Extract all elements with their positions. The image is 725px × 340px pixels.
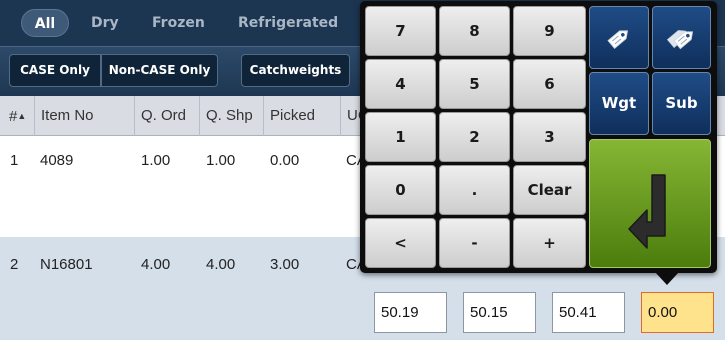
multiple-tags-icon <box>666 30 693 50</box>
quantity-picked: 3.00 <box>270 256 300 273</box>
item-number: N16801 <box>40 256 93 273</box>
key-3[interactable]: 3 <box>513 112 586 162</box>
quantity-picked: 0.00 <box>270 152 300 169</box>
catchweight-field-1[interactable]: 50.19 <box>374 292 447 333</box>
column-header-q-ord[interactable]: Q. Ord <box>135 96 200 136</box>
enter-button[interactable] <box>589 139 711 268</box>
key-5[interactable]: 5 <box>439 59 510 109</box>
key-1[interactable]: 1 <box>365 112 436 162</box>
key-8[interactable]: 8 <box>439 6 510 56</box>
quantity-ordered: 1.00 <box>141 152 171 169</box>
weight-button[interactable]: Wgt <box>589 72 649 135</box>
row-number: 1 <box>10 152 19 169</box>
row-number: 2 <box>10 256 19 273</box>
column-header-q-shp[interactable]: Q. Shp <box>200 96 264 136</box>
item-number: 4089 <box>40 152 74 169</box>
catchweight-field-2[interactable]: 50.15 <box>463 292 536 333</box>
key-2[interactable]: 2 <box>439 112 510 162</box>
catchweights-button[interactable]: Catchweights <box>241 54 350 87</box>
multiple-tags-button[interactable] <box>652 6 711 69</box>
substitute-button[interactable]: Sub <box>652 72 711 135</box>
tab-dry[interactable]: Dry <box>91 9 119 37</box>
key-0[interactable]: 0 <box>365 165 436 215</box>
popover-pointer <box>655 272 679 285</box>
tab-refrigerated[interactable]: Refrigerated <box>238 9 338 37</box>
key-decimal[interactable]: . <box>439 165 510 215</box>
catchweight-field-3[interactable]: 50.41 <box>552 292 625 333</box>
key-7[interactable]: 7 <box>365 6 436 56</box>
key-9[interactable]: 9 <box>513 6 586 56</box>
column-header-num[interactable]: #▲ <box>0 96 35 136</box>
quantity-shipped: 1.00 <box>206 152 236 169</box>
catchweight-field-active[interactable]: 0.00 <box>641 292 714 333</box>
enter-arrow-icon <box>628 174 666 249</box>
tag-icon <box>607 30 629 49</box>
column-header-item-no[interactable]: Item No <box>35 96 135 136</box>
backspace-key[interactable]: < <box>365 218 436 268</box>
tab-frozen[interactable]: Frozen <box>152 9 205 37</box>
sort-ascending-icon: ▲ <box>17 111 27 121</box>
clear-button[interactable]: Clear <box>513 165 586 215</box>
quantity-ordered: 4.00 <box>141 256 171 273</box>
case-only-button[interactable]: CASE Only <box>9 54 101 87</box>
quantity-shipped: 4.00 <box>206 256 236 273</box>
plus-key[interactable]: + <box>513 218 586 268</box>
tag-button[interactable] <box>589 6 649 69</box>
minus-key[interactable]: - <box>439 218 510 268</box>
non-case-only-button[interactable]: Non-CASE Only <box>101 54 218 87</box>
key-6[interactable]: 6 <box>513 59 586 109</box>
tab-all[interactable]: All <box>21 9 69 37</box>
column-header-picked[interactable]: Picked <box>264 96 341 136</box>
key-4[interactable]: 4 <box>365 59 436 109</box>
